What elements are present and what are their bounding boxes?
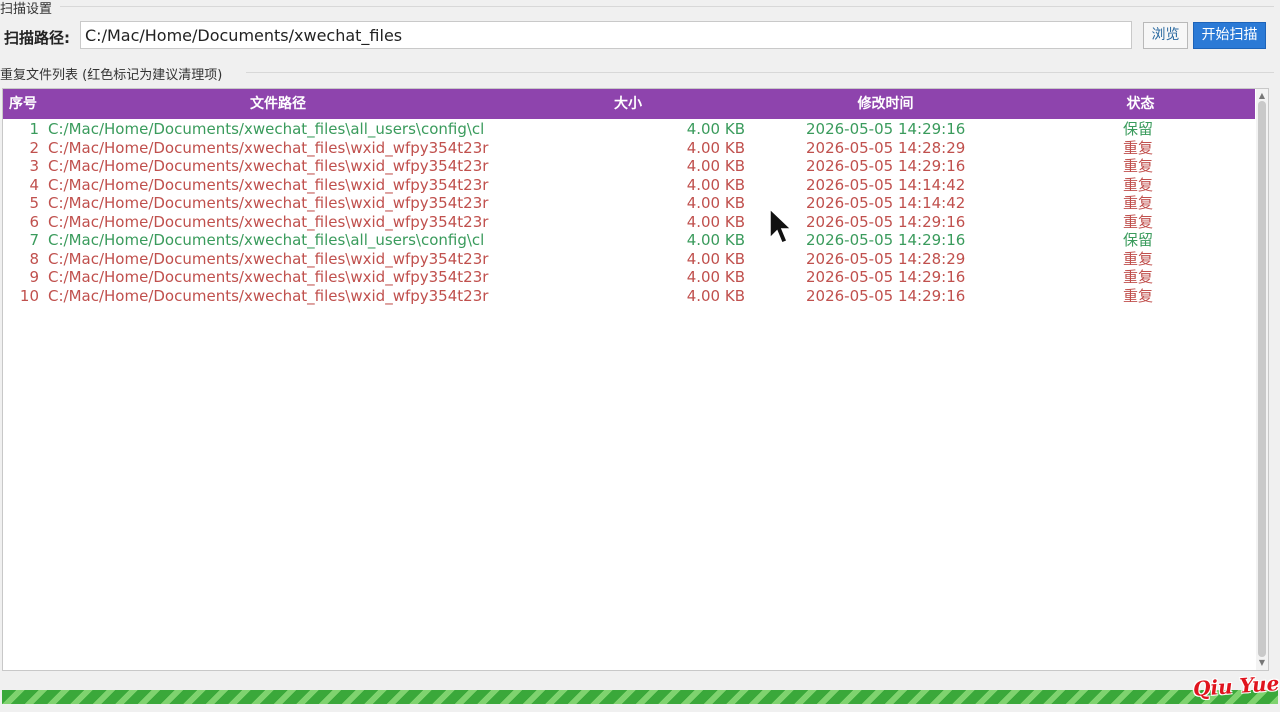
scan-progress-bar <box>2 690 1278 704</box>
row-size: 4.00 KB <box>686 157 745 175</box>
row-path: C:/Mac/Home/Documents/xwechat_files\wxid… <box>48 268 489 286</box>
row-modified: 2026-05-05 14:29:16 <box>806 157 966 175</box>
table-row[interactable]: 10 C:/Mac/Home/Documents/xwechat_files\wx… <box>3 287 1255 306</box>
row-modified: 2026-05-05 14:29:16 <box>806 286 966 305</box>
row-status: 重复 <box>1123 138 1154 157</box>
header-index[interactable]: 序号 <box>9 89 37 119</box>
row-index: 7 <box>29 231 39 249</box>
table-body: 1 C:/Mac/Home/Documents/xwechat_files\all… <box>3 120 1255 305</box>
scan-path-input[interactable] <box>80 21 1132 49</box>
row-path: C:/Mac/Home/Documents/xwechat_files\wxid… <box>48 286 489 305</box>
row-status: 重复 <box>1123 268 1154 286</box>
table-row[interactable]: 9 C:/Mac/Home/Documents/xwechat_files\wxi… <box>3 268 1255 287</box>
row-path: C:/Mac/Home/Documents/xwechat_files\wxid… <box>48 194 489 212</box>
scroll-down-arrow-icon[interactable]: ▼ <box>1256 658 1268 668</box>
row-size: 4.00 KB <box>686 175 745 194</box>
row-index: 8 <box>29 249 39 268</box>
row-status: 重复 <box>1123 249 1154 268</box>
scroll-up-arrow-icon[interactable]: ▲ <box>1256 91 1268 101</box>
row-size: 4.00 KB <box>686 268 745 286</box>
table-row[interactable]: 1 C:/Mac/Home/Documents/xwechat_files\all… <box>3 120 1255 139</box>
table-row[interactable]: 3 C:/Mac/Home/Documents/xwechat_files\wxi… <box>3 157 1255 176</box>
row-modified: 2026-05-05 14:29:16 <box>806 120 966 138</box>
row-modified: 2026-05-05 14:14:42 <box>806 175 966 194</box>
row-index: 3 <box>29 157 39 175</box>
row-size: 4.00 KB <box>686 120 745 138</box>
row-path: C:/Mac/Home/Documents/xwechat_files\wxid… <box>48 249 489 268</box>
row-index: 9 <box>29 268 39 286</box>
row-index: 4 <box>29 175 39 194</box>
row-size: 4.00 KB <box>686 249 745 268</box>
row-path: C:/Mac/Home/Documents/xwechat_files\wxid… <box>48 212 489 231</box>
row-path: C:/Mac/Home/Documents/xwechat_files\wxid… <box>48 157 489 175</box>
row-size: 4.00 KB <box>686 212 745 231</box>
row-index: 2 <box>29 138 39 157</box>
row-status: 保留 <box>1123 231 1154 249</box>
row-status: 重复 <box>1123 194 1154 212</box>
row-status: 重复 <box>1123 286 1154 305</box>
row-modified: 2026-05-05 14:28:29 <box>806 138 966 157</box>
list-group-title: 重复文件列表 (红色标记为建议清理项) <box>0 64 227 83</box>
row-status: 重复 <box>1123 175 1154 194</box>
row-modified: 2026-05-05 14:28:29 <box>806 249 966 268</box>
table-row[interactable]: 8 C:/Mac/Home/Documents/xwechat_files\wxi… <box>3 250 1255 269</box>
row-path: C:/Mac/Home/Documents/xwechat_files\wxid… <box>48 175 489 194</box>
header-size[interactable]: 大小 <box>563 89 693 119</box>
table-row[interactable]: 4 C:/Mac/Home/Documents/xwechat_files\wxi… <box>3 176 1255 195</box>
row-status: 重复 <box>1123 212 1154 231</box>
row-size: 4.00 KB <box>686 231 745 249</box>
scan-group-title: 扫描设置 <box>0 0 57 17</box>
table-row[interactable]: 6 C:/Mac/Home/Documents/xwechat_files\wxi… <box>3 213 1255 232</box>
header-status[interactable]: 状态 <box>1093 89 1188 119</box>
table-row[interactable]: 7 C:/Mac/Home/Documents/xwechat_files\all… <box>3 231 1255 250</box>
scrollbar-thumb[interactable] <box>1258 101 1266 657</box>
row-index: 10 <box>19 286 39 305</box>
scan-group-border <box>60 6 1274 7</box>
row-status: 重复 <box>1123 157 1154 175</box>
scan-path-label: 扫描路径: <box>4 29 70 47</box>
mouse-cursor-icon <box>769 208 793 244</box>
list-group-border <box>246 72 1274 73</box>
table-row[interactable]: 2 C:/Mac/Home/Documents/xwechat_files\wxi… <box>3 139 1255 158</box>
row-status: 保留 <box>1123 120 1154 138</box>
row-path: C:/Mac/Home/Documents/xwechat_files\all_… <box>48 120 485 138</box>
row-modified: 2026-05-05 14:14:42 <box>806 194 966 212</box>
browse-button[interactable]: 浏览 <box>1143 22 1188 49</box>
header-modified[interactable]: 修改时间 <box>803 89 968 119</box>
row-modified: 2026-05-05 14:29:16 <box>806 268 966 286</box>
row-index: 1 <box>29 120 39 138</box>
row-path: C:/Mac/Home/Documents/xwechat_files\all_… <box>48 231 485 249</box>
header-path[interactable]: 文件路径 <box>178 89 378 119</box>
row-modified: 2026-05-05 14:29:16 <box>806 231 966 249</box>
row-modified: 2026-05-05 14:29:16 <box>806 212 966 231</box>
row-size: 4.00 KB <box>686 286 745 305</box>
row-size: 4.00 KB <box>686 194 745 212</box>
table-row[interactable]: 5 C:/Mac/Home/Documents/xwechat_files\wxi… <box>3 194 1255 213</box>
row-path: C:/Mac/Home/Documents/xwechat_files\wxid… <box>48 138 489 157</box>
row-size: 4.00 KB <box>686 138 745 157</box>
duplicate-file-table[interactable]: 序号 文件路径 大小 修改时间 状态 1 C:/Mac/Home/Document… <box>2 88 1269 671</box>
row-index: 5 <box>29 194 39 212</box>
start-scan-button[interactable]: 开始扫描 <box>1193 22 1266 49</box>
row-index: 6 <box>29 212 39 231</box>
vertical-scrollbar[interactable]: ▲ ▼ <box>1256 89 1268 670</box>
table-header: 序号 文件路径 大小 修改时间 状态 <box>3 89 1255 119</box>
